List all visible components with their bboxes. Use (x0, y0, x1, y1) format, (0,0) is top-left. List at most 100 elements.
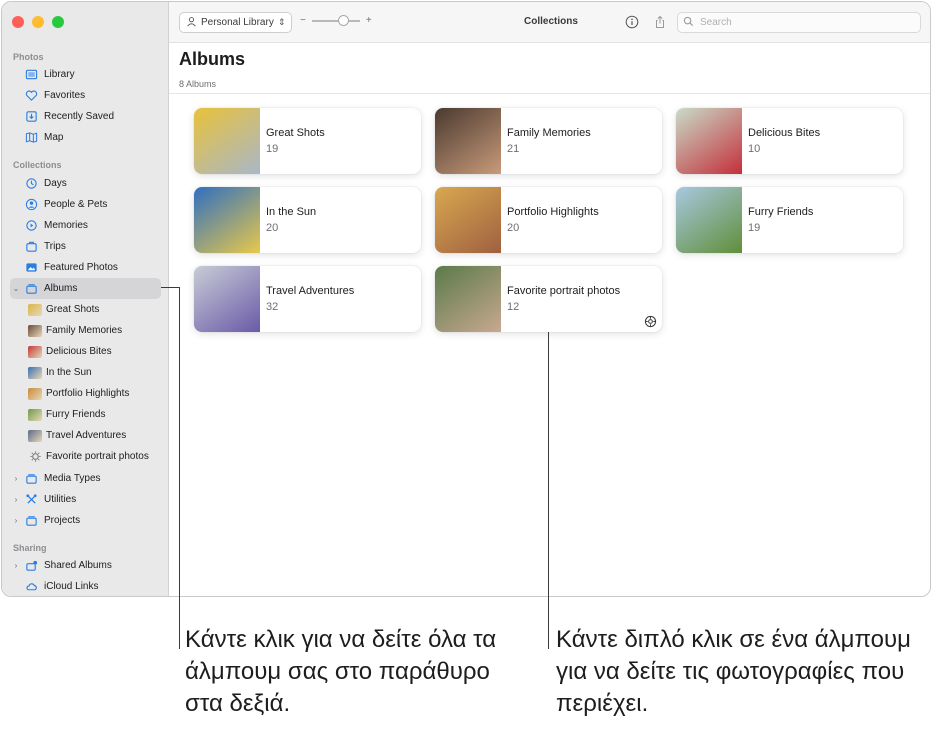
album-thumbnail (28, 324, 42, 337)
album-thumbnail (28, 429, 42, 442)
album-thumbnail (28, 387, 42, 400)
album-stack-icon (22, 282, 40, 296)
minimize-window-button[interactable] (32, 16, 44, 28)
album-photo-count: 32 (266, 301, 279, 313)
album-name: Travel Adventures (266, 285, 355, 297)
sidebar-item-label: Delicious Bites (46, 346, 112, 357)
sidebar-item-label: Great Shots (46, 304, 100, 315)
sidebar-album-item[interactable]: Favorite portrait photos (28, 446, 161, 467)
library-switcher-button[interactable]: Personal Library ⇕ (179, 12, 293, 33)
utilities-icon (22, 493, 40, 507)
album-card[interactable]: Family Memories 21 (435, 108, 662, 174)
people-icon (22, 198, 40, 212)
page-title: Albums (179, 49, 246, 69)
zoom-slider[interactable] (311, 14, 360, 26)
callout-right-leader (548, 332, 549, 649)
album-card[interactable]: Great Shots 19 (194, 108, 421, 174)
section-header-photos: Photos (13, 52, 44, 62)
album-cover-image (676, 108, 742, 174)
sidebar-item-favorites[interactable]: Favorites (10, 85, 161, 106)
album-cover-image (194, 266, 260, 332)
sidebar-item-label: Shared Albums (44, 560, 112, 571)
chevron-right-icon[interactable]: › (10, 516, 22, 525)
album-stack-icon (22, 514, 40, 528)
album-card[interactable]: Delicious Bites 10 (676, 108, 903, 174)
album-name: Furry Friends (748, 206, 814, 218)
sidebar-item-media-types[interactable]: › Media Types (10, 468, 161, 489)
heart-icon (22, 89, 40, 103)
sidebar-item-label: Favorites (44, 90, 86, 101)
search-input[interactable] (700, 17, 900, 28)
sidebar-item-label: In the Sun (46, 367, 92, 378)
smart-album-gear-icon (644, 315, 657, 328)
info-icon[interactable] (624, 14, 640, 30)
sidebar-album-item[interactable]: Travel Adventures (28, 425, 161, 446)
sidebar-album-item[interactable]: In the Sun (28, 362, 161, 383)
sidebar-item-trips[interactable]: Trips (10, 236, 161, 257)
sidebar-item-label: Map (44, 132, 64, 143)
sidebar-album-item[interactable]: Great Shots (28, 299, 161, 320)
sidebar-item-library[interactable]: Library (10, 64, 161, 85)
smart-album-gear-icon (28, 450, 42, 464)
sidebar-item-shared-albums[interactable]: › Shared Albums (10, 555, 161, 576)
album-cover-image (676, 187, 742, 253)
sidebar-item-people-pets[interactable]: People & Pets (10, 194, 161, 215)
sidebar-item-recently-saved[interactable]: Recently Saved (10, 106, 161, 127)
close-window-button[interactable] (12, 16, 24, 28)
person-icon (186, 16, 197, 30)
share-icon[interactable] (652, 14, 668, 30)
sidebar-item-days[interactable]: Days (10, 173, 161, 194)
album-cover-image (194, 187, 260, 253)
sidebar-album-item[interactable]: Portfolio Highlights (28, 383, 161, 404)
sidebar-item-label: Library (44, 69, 75, 80)
sidebar-item-map[interactable]: Map (10, 127, 161, 148)
album-card[interactable]: Portfolio Highlights 20 (435, 187, 662, 253)
album-card[interactable]: In the Sun 20 (194, 187, 421, 253)
sidebar-item-icloud-links[interactable]: iCloud Links (10, 576, 161, 596)
library-icon (22, 68, 40, 82)
chevron-right-icon[interactable]: › (10, 474, 22, 483)
sidebar-item-projects[interactable]: › Projects (10, 510, 161, 531)
album-card[interactable]: Favorite portrait photos 12 (435, 266, 662, 332)
shared-albums-icon (22, 559, 40, 573)
album-card[interactable]: Travel Adventures 32 (194, 266, 421, 332)
zoom-out-button[interactable]: − (300, 15, 306, 26)
library-switcher-label: Personal Library (201, 17, 274, 28)
zoom-slider-knob[interactable] (337, 14, 349, 26)
chevron-right-icon[interactable]: › (10, 495, 22, 504)
chevron-right-icon[interactable]: › (10, 561, 22, 570)
sidebar-item-label: Recently Saved (44, 111, 115, 122)
sidebar-item-label: Media Types (44, 473, 101, 484)
chevron-updown-icon: ⇕ (277, 17, 286, 27)
chevron-down-icon[interactable]: ⌄ (10, 284, 22, 293)
sidebar-item-memories[interactable]: Memories (10, 215, 161, 236)
sidebar-item-albums[interactable]: ⌄ Albums (10, 278, 161, 299)
album-photo-count: 19 (266, 143, 279, 155)
callout-left-connector (161, 287, 180, 288)
sidebar-item-utilities[interactable]: › Utilities (10, 489, 161, 510)
sidebar-album-item[interactable]: Delicious Bites (28, 341, 161, 362)
sidebar-item-label: Travel Adventures (46, 430, 127, 441)
album-name: Portfolio Highlights (507, 206, 599, 218)
sidebar-album-item[interactable]: Family Memories (28, 320, 161, 341)
zoom-window-button[interactable] (52, 16, 64, 28)
sidebar-item-label: Days (44, 178, 67, 189)
sidebar-album-item[interactable]: Furry Friends (28, 404, 161, 425)
sidebar-item-label: Family Memories (46, 325, 123, 336)
album-photo-count: 21 (507, 143, 520, 155)
sidebar-item-label: Utilities (44, 494, 77, 505)
album-name: Favorite portrait photos (507, 285, 621, 297)
callout-left-text: Κάντε κλικ για να δείτε όλα τα άλμπουμ σ… (185, 626, 497, 717)
album-card[interactable]: Furry Friends 19 (676, 187, 903, 253)
album-cover-image (435, 108, 501, 174)
toolbar-title: Collections (524, 16, 578, 27)
zoom-in-button[interactable]: + (366, 15, 372, 26)
search-field[interactable] (677, 12, 921, 33)
sidebar-item-label: Albums (44, 283, 78, 294)
window-controls (12, 16, 64, 28)
sidebar-item-label: Favorite portrait photos (46, 451, 149, 462)
sidebar: Photos Library Favorites Recently Saved … (2, 2, 169, 596)
album-name: Great Shots (266, 127, 325, 139)
sidebar-item-featured-photos[interactable]: Featured Photos (10, 257, 161, 278)
saved-icon (22, 110, 40, 124)
